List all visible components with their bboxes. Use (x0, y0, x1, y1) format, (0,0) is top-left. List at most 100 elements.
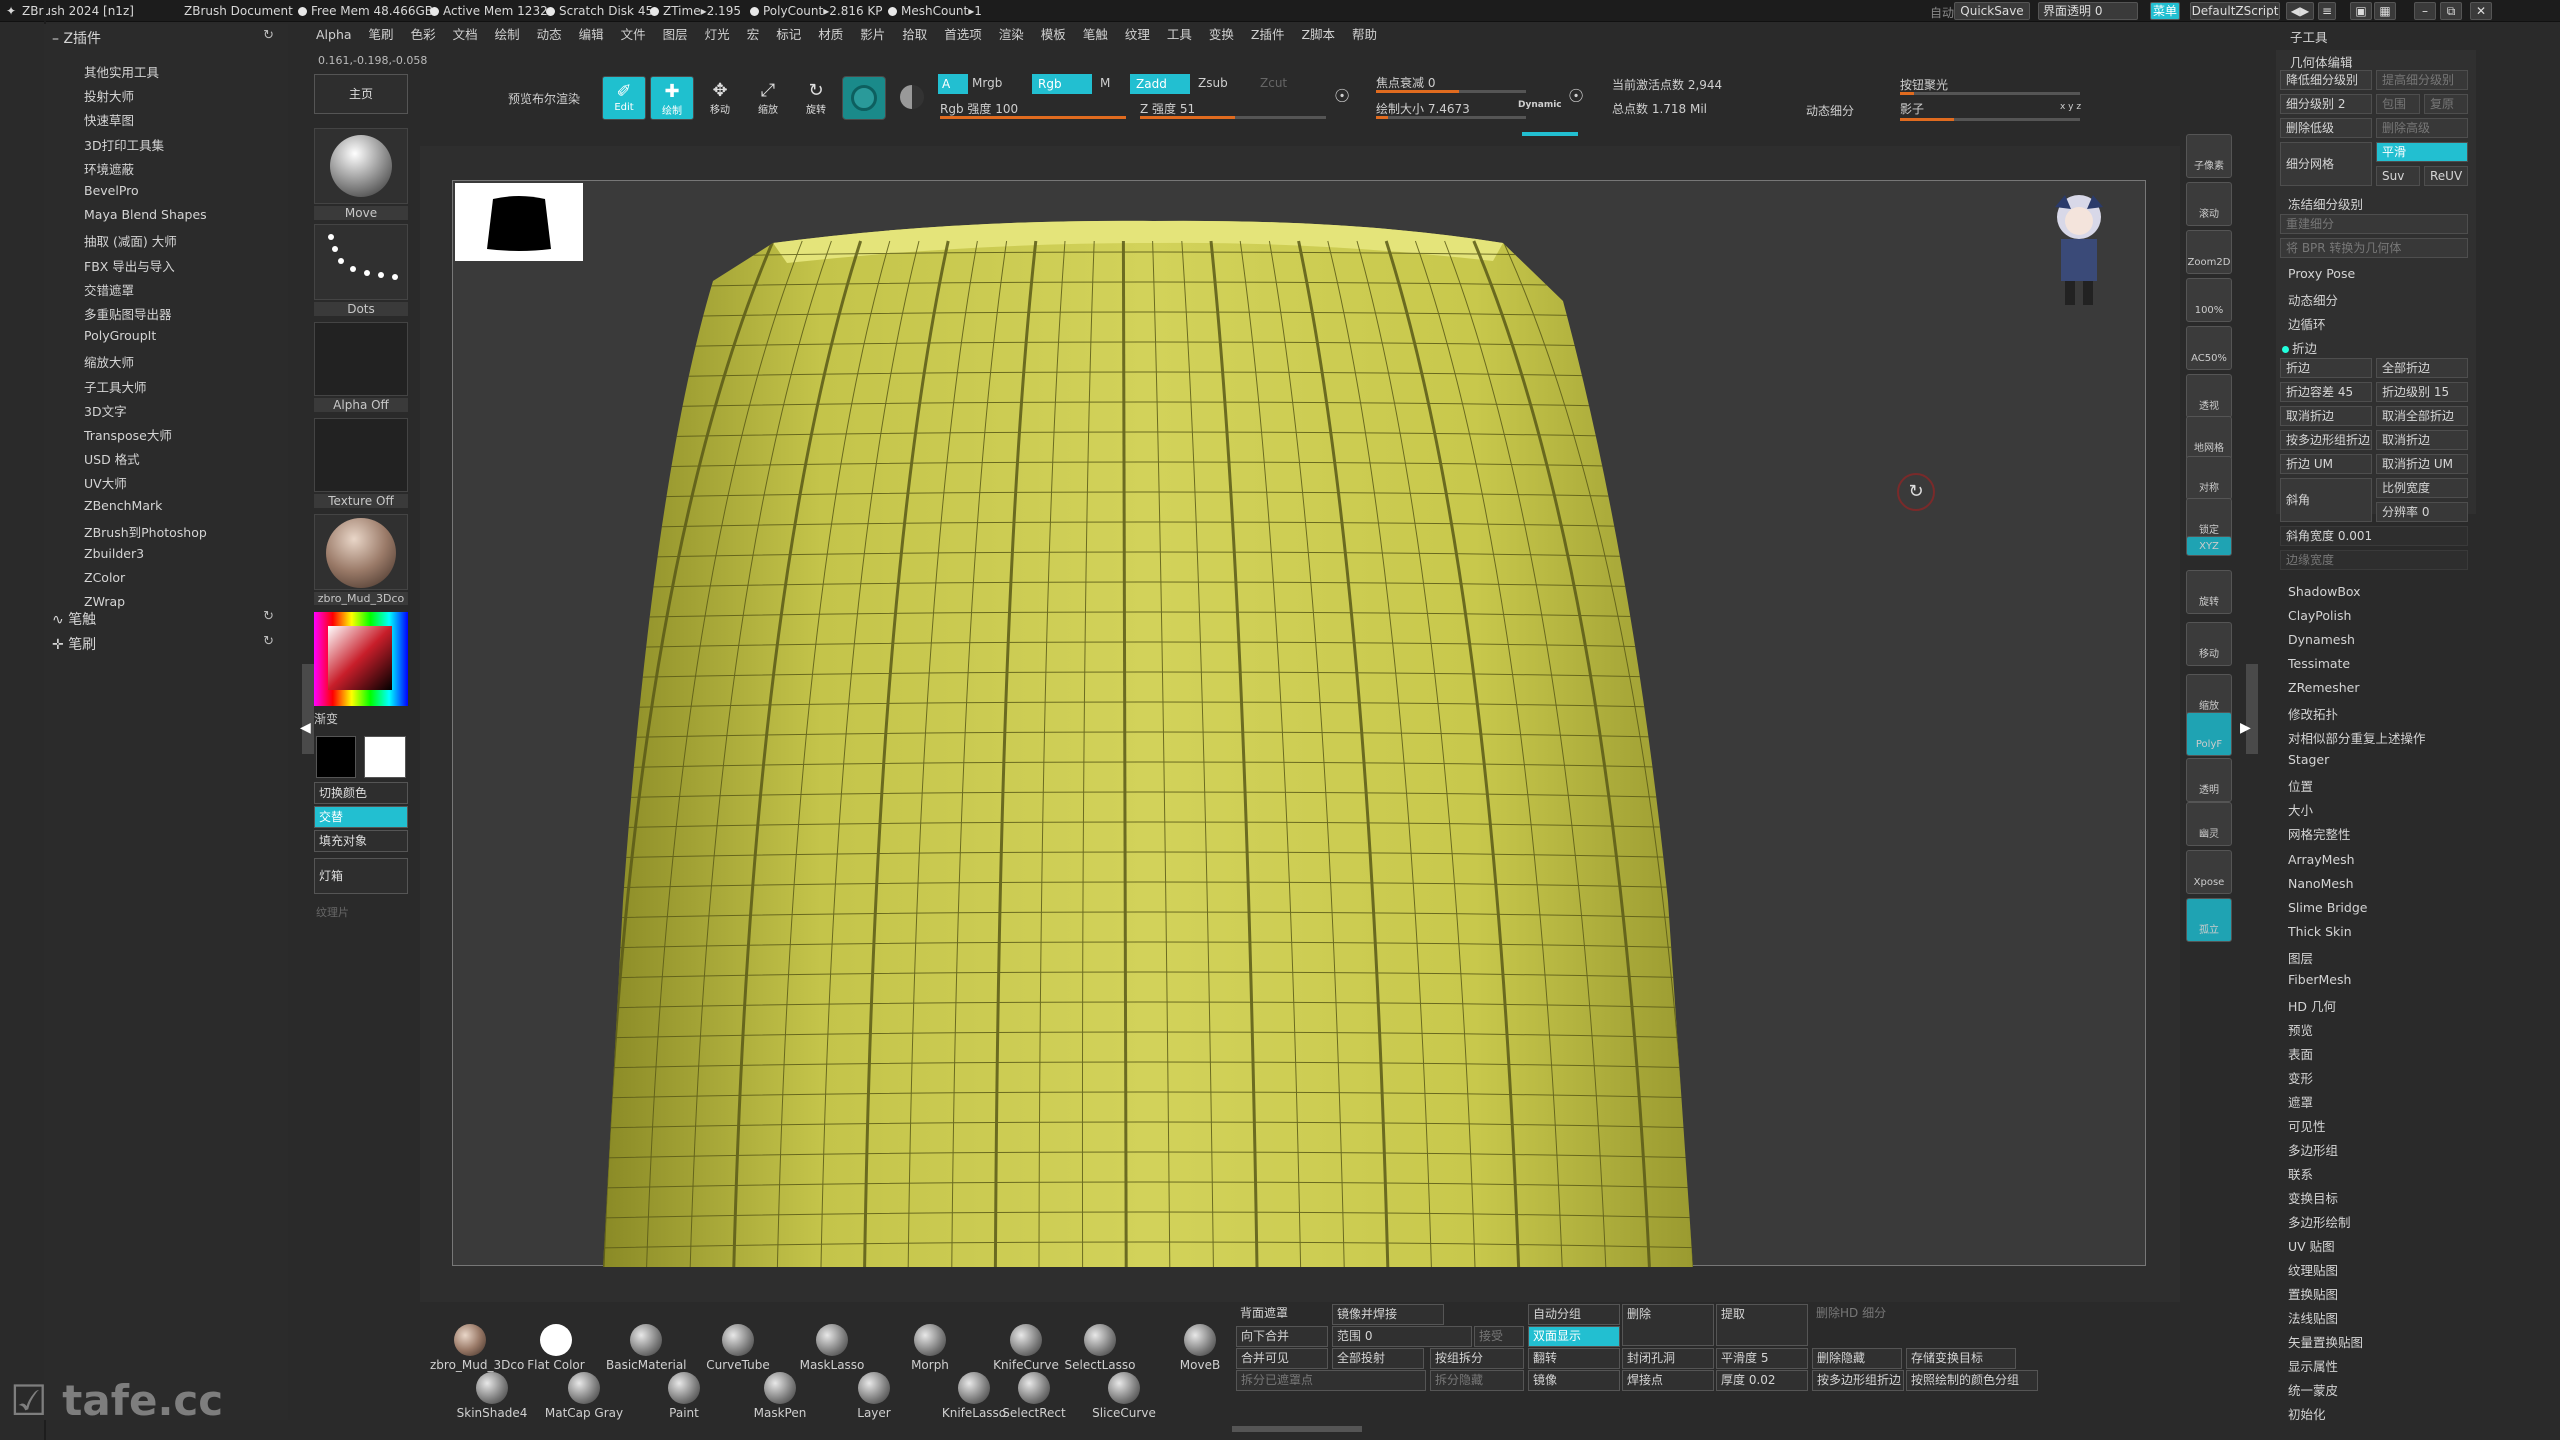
double-sided-toggle[interactable]: 双面显示 (1528, 1326, 1620, 1347)
shelf-button[interactable]: 100% (2186, 278, 2232, 322)
menu-item[interactable]: 图层 (663, 24, 688, 43)
menu-item[interactable]: 宏 (747, 24, 760, 43)
scale-button[interactable]: ⤢ 缩放 (746, 76, 790, 120)
menu-item[interactable]: 灯光 (705, 24, 730, 43)
backface-mask-button[interactable]: 背面遮罩 (1236, 1304, 1290, 1325)
geometry-subsection[interactable]: 位置 (2288, 776, 2313, 795)
tool-subsection[interactable]: 图层 (2288, 948, 2313, 967)
bevel-resolution-slider[interactable]: 分辨率 0 (2376, 502, 2468, 522)
split-hidden-button[interactable]: 拆分隐藏 (1430, 1370, 1524, 1391)
brush-slot[interactable]: Flat Color (516, 1324, 596, 1372)
layout-left-icon[interactable]: ◀▶ (2286, 2, 2314, 20)
brush-slot[interactable]: SkinShade4 (452, 1372, 532, 1420)
refresh-icon[interactable]: ↻ (263, 28, 274, 43)
tool-subsection[interactable]: 显示属性 (2288, 1356, 2338, 1375)
tool-subsection[interactable]: HD 几何 (2288, 996, 2336, 1015)
group-split-button[interactable]: 按组拆分 (1430, 1348, 1524, 1369)
brush-slot[interactable]: SelectLasso (1060, 1324, 1140, 1372)
menu-item[interactable]: 帮助 (1352, 24, 1377, 43)
close-icon[interactable]: ✕ (2470, 2, 2492, 20)
geometry-subsection[interactable]: 网格完整性 (2288, 824, 2351, 843)
menu-item[interactable]: 绘制 (495, 24, 520, 43)
plugin-item[interactable]: ZBrush到Photoshop (84, 522, 207, 541)
group-by-color-button[interactable]: 按照绘制的颜色分组 (1906, 1370, 2038, 1391)
menu-item[interactable]: 标记 (776, 24, 801, 43)
geometry-subsection[interactable]: Stager (2288, 752, 2329, 767)
material-mode-button[interactable] (842, 76, 886, 120)
crease-tolerance-slider[interactable]: 折边容差 45 (2280, 382, 2372, 402)
delete-hd-button[interactable]: 删除HD 细分 (1812, 1304, 1972, 1325)
tool-subsection[interactable]: Thick Skin (2288, 924, 2352, 939)
stroke-settings-icon[interactable]: ☉ (1334, 86, 1350, 107)
menu-item[interactable]: 模板 (1041, 24, 1066, 43)
secondary-color-swatch[interactable] (364, 736, 406, 778)
shadow-slider[interactable] (1900, 118, 2080, 121)
geometry-subsection[interactable]: Dynamesh (2288, 632, 2355, 647)
plugin-item[interactable]: Transpose大师 (84, 425, 172, 444)
alpha-thumbnail[interactable] (314, 322, 408, 396)
store-morph-button[interactable]: 存储变换目标 (1906, 1348, 2016, 1369)
restore-button[interactable]: 复原 (2424, 94, 2468, 114)
xyz-toggle[interactable]: x y z (2060, 102, 2081, 112)
shelf-button[interactable]: Xpose (2186, 850, 2232, 894)
layout-icon[interactable]: ≡ (2318, 2, 2336, 20)
brush-slot[interactable]: zbro_Mud_3Dco (430, 1324, 524, 1372)
plugin-item[interactable]: BevelPro (84, 183, 139, 198)
brush-slot[interactable]: SliceCurve (1084, 1372, 1164, 1420)
menu-item[interactable]: 拾取 (902, 24, 927, 43)
convert-bpr-button[interactable]: 将 BPR 转换为几何体 (2280, 238, 2468, 258)
edge-profile-slider[interactable]: 边缘宽度 (2280, 550, 2468, 570)
plugin-item[interactable]: ZBenchMark (84, 498, 162, 513)
menu-item[interactable]: 笔触 (1083, 24, 1108, 43)
brush-slot[interactable]: Layer (834, 1372, 914, 1420)
brush-slot[interactable]: MatCap Gray (544, 1372, 624, 1420)
tool-subsection[interactable]: 初始化 (2288, 1404, 2326, 1423)
menu-item[interactable]: 首选项 (944, 24, 982, 43)
auto-groups-button[interactable]: 自动分组 (1528, 1304, 1620, 1325)
merge-visible-button[interactable]: 合并可见 (1236, 1348, 1328, 1369)
tool-subsection[interactable]: 置换贴图 (2288, 1284, 2338, 1303)
higher-res-button[interactable]: 提高细分级别 (2376, 70, 2468, 90)
delete-button[interactable]: 删除 (1622, 1304, 1714, 1346)
shelf-button[interactable]: 地网格 (2186, 416, 2232, 460)
shelf-button[interactable]: 幽灵 (2186, 802, 2232, 846)
menu-toggle-button[interactable]: 菜单 (2150, 2, 2180, 20)
main-color-swatch[interactable] (316, 736, 356, 778)
extract-button[interactable]: 提取 (1716, 1304, 1808, 1346)
sdiv-slider[interactable]: 细分级别 2 (2280, 94, 2372, 114)
geometry-subsection[interactable]: ShadowBox (2288, 584, 2361, 599)
geometry-subsection[interactable]: Tessimate (2288, 656, 2350, 671)
brush-slot[interactable]: KnifeCurve (986, 1324, 1066, 1372)
reconstruct-subdiv-button[interactable]: 重建细分 (2280, 214, 2468, 234)
restore-icon[interactable]: ⧉ (2440, 2, 2462, 20)
edge-loop-section[interactable]: 边循环 (2288, 314, 2326, 333)
brush-slot[interactable]: Morph (890, 1324, 970, 1372)
brush-slot[interactable]: SelectRect (994, 1372, 1074, 1420)
menu-item[interactable]: 笔刷 (369, 24, 394, 43)
flip-button[interactable]: 翻转 (1528, 1348, 1620, 1369)
mirror-button[interactable]: 镜像 (1528, 1370, 1620, 1391)
smooth-toggle[interactable]: 平滑 (2376, 142, 2468, 162)
plugin-item[interactable]: USD 格式 (84, 449, 140, 468)
project-all-button[interactable]: 全部投射 (1332, 1348, 1424, 1369)
shelf-button[interactable]: PolyF (2186, 712, 2232, 756)
tool-subsection[interactable]: 表面 (2288, 1044, 2313, 1063)
reuv-toggle[interactable]: ReUV (2424, 166, 2468, 186)
plugin-item[interactable]: ZWrap (84, 594, 125, 609)
color-picker-square[interactable] (328, 626, 392, 690)
geometry-subsection[interactable]: 大小 (2288, 800, 2313, 819)
plugin-item[interactable]: 子工具大师 (84, 377, 147, 396)
brush-slot[interactable]: MoveB (1160, 1324, 1240, 1372)
plugin-item[interactable]: 其他实用工具 (84, 62, 159, 81)
tool-subsection[interactable]: 可见性 (2288, 1116, 2326, 1135)
uncrease-pg-button[interactable]: 取消折边 (2376, 430, 2468, 450)
menu-item[interactable]: 工具 (1167, 24, 1192, 43)
merge-down-button[interactable]: 向下合并 (1236, 1326, 1328, 1347)
draw-size-slider[interactable] (1376, 116, 1526, 119)
tool-subsection[interactable]: 矢量置换贴图 (2288, 1332, 2363, 1351)
shelf-button[interactable]: 移动 (2186, 622, 2232, 666)
move-button[interactable]: ✥ 移动 (698, 76, 742, 120)
material-thumbnail[interactable] (314, 514, 408, 590)
delete-lower-button[interactable]: 删除低级 (2280, 118, 2372, 138)
tray-scrollbar[interactable] (302, 664, 314, 754)
